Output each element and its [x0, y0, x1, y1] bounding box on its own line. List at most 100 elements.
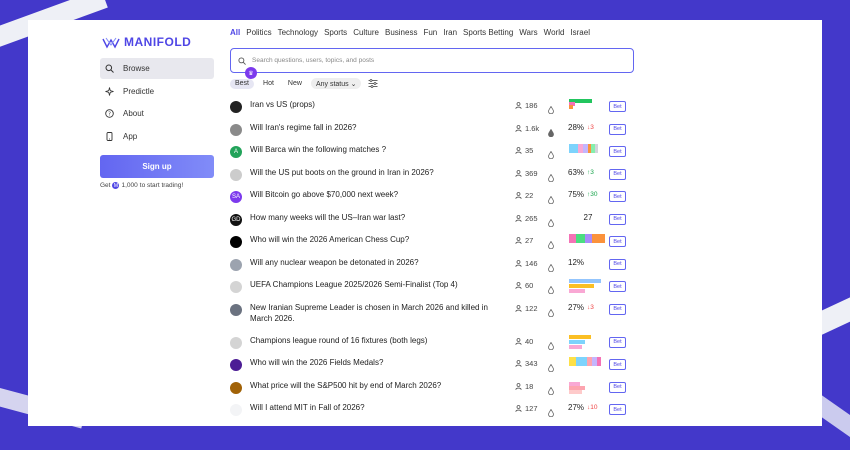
market-question[interactable]: New Iranian Supreme Leader is chosen in …: [250, 302, 508, 324]
tab-sports[interactable]: Sports: [324, 28, 347, 37]
signup-button[interactable]: Sign up: [100, 155, 214, 178]
market-row[interactable]: New Iranian Supreme Leader is chosen in …: [230, 299, 634, 332]
market-avatar[interactable]: [230, 336, 242, 349]
sort-new[interactable]: New: [283, 79, 307, 89]
market-question[interactable]: Who will win the 2026 American Chess Cup…: [250, 234, 508, 245]
bet-button[interactable]: Bet: [609, 359, 626, 370]
market-avatar[interactable]: [230, 359, 242, 371]
sidebar-item-predictle[interactable]: Predictle: [100, 81, 214, 102]
market-row[interactable]: Will any nuclear weapon be detonated in …: [230, 254, 634, 277]
tab-israel[interactable]: Israel: [570, 28, 590, 37]
tab-technology[interactable]: Technology: [278, 28, 318, 37]
tab-politics[interactable]: Politics: [246, 28, 271, 37]
market-question[interactable]: What price will the S&P500 hit by end of…: [250, 380, 508, 391]
traders-icon: [515, 169, 522, 177]
tab-business[interactable]: Business: [385, 28, 417, 37]
market-avatar[interactable]: A: [230, 146, 242, 158]
market-avatar[interactable]: [230, 258, 242, 271]
market-question[interactable]: Will the US put boots on the ground in I…: [250, 167, 508, 178]
market-question[interactable]: Will Iran's regime fall in 2026?: [250, 122, 508, 133]
status-filter[interactable]: Any status ⌄: [310, 78, 362, 89]
market-question[interactable]: UEFA Champions League 2025/2026 Semi-Fin…: [250, 279, 508, 290]
probability-change: ↓3: [587, 303, 594, 311]
market-row[interactable]: GD How many weeks will the US–Iran war la…: [230, 209, 634, 232]
bet-button[interactable]: Bet: [609, 213, 626, 225]
market-avatar[interactable]: [230, 123, 242, 136]
market-avatar[interactable]: [230, 404, 242, 416]
sort-hot[interactable]: Hot: [258, 79, 279, 89]
bet-button[interactable]: Bet: [609, 381, 626, 393]
tab-fun[interactable]: Fun: [423, 28, 437, 37]
bet-button[interactable]: Bet: [609, 404, 626, 415]
market-question[interactable]: Will Bitcoin go above $70,000 next week?: [250, 189, 508, 200]
bet-button[interactable]: Bet: [609, 336, 626, 348]
filter-sliders-icon[interactable]: [368, 79, 378, 88]
sidebar-item-about[interactable]: ? About: [100, 103, 214, 124]
traders-count: 40: [515, 337, 533, 346]
market-avatar[interactable]: [230, 236, 242, 248]
market-row[interactable]: Who will win the 2026 American Chess Cup…: [230, 231, 634, 254]
mana-icon: M: [112, 182, 120, 189]
bet-button[interactable]: Bet: [609, 123, 626, 135]
traders-count: 22: [515, 191, 533, 200]
market-avatar[interactable]: GD: [230, 213, 242, 226]
market-question[interactable]: Champions league round of 16 fixtures (b…: [250, 335, 508, 346]
bet-button[interactable]: Bet: [609, 258, 626, 270]
tab-sports-betting[interactable]: Sports Betting: [463, 28, 513, 37]
market-avatar[interactable]: SA: [230, 191, 242, 203]
traders-icon: [515, 102, 522, 109]
drop-icon: [548, 386, 554, 395]
market-question[interactable]: Iran vs US (props): [250, 99, 508, 110]
market-question[interactable]: How many weeks will the US–Iran war last…: [250, 212, 508, 223]
traders-count: 122: [515, 304, 538, 313]
market-avatar[interactable]: [230, 101, 242, 113]
market-question[interactable]: Who will win the 2026 Fields Medals?: [250, 357, 508, 368]
bet-button[interactable]: Bet: [609, 101, 626, 112]
market-row[interactable]: Iran vs US (props) 186 Bet: [230, 96, 634, 119]
market-avatar[interactable]: [230, 168, 242, 181]
tab-iran[interactable]: Iran: [443, 28, 457, 37]
market-avatar[interactable]: [230, 381, 242, 394]
answer-bars: [569, 233, 605, 250]
market-question[interactable]: Will Barca win the following matches ?: [250, 144, 508, 155]
market-row[interactable]: A Will Barca win the following matches ? 3…: [230, 141, 634, 164]
logo[interactable]: MANIFOLD: [102, 35, 191, 49]
market-row[interactable]: SA Will Bitcoin go above $70,000 next wee…: [230, 186, 634, 209]
market-row[interactable]: Will I attend MIT in Fall of 2026? 127 27%…: [230, 399, 634, 422]
drop-icon: [548, 240, 554, 250]
traders-icon: [515, 147, 522, 154]
bet-button[interactable]: Bet: [609, 146, 626, 157]
tab-wars[interactable]: Wars: [519, 28, 537, 37]
probability-change: ↑3: [587, 168, 594, 176]
traders-icon: [515, 124, 522, 132]
bet-button[interactable]: Bet: [609, 281, 626, 292]
sort-best[interactable]: Best: [230, 78, 255, 89]
market-row[interactable]: Will Iran's regime fall in 2026? 1.6k 28% ↓…: [230, 119, 634, 142]
market-row[interactable]: [230, 422, 634, 427]
market-row[interactable]: Will the US put boots on the ground in I…: [230, 164, 634, 187]
search-input[interactable]: Search questions, users, topics, and pos…: [252, 57, 374, 64]
bet-button[interactable]: Bet: [609, 236, 626, 247]
drop-icon: [548, 173, 554, 182]
market-question[interactable]: Will I attend MIT in Fall of 2026?: [250, 402, 508, 413]
market-question[interactable]: Will any nuclear weapon be detonated in …: [250, 257, 508, 268]
signup-promo: Get M 1,000 to start trading!: [100, 182, 184, 189]
market-row[interactable]: What price will the S&P500 hit by end of…: [230, 377, 634, 400]
market-avatar[interactable]: [230, 303, 242, 316]
market-row[interactable]: Who will win the 2026 Fields Medals? 343 B…: [230, 354, 634, 377]
market-avatar[interactable]: [230, 281, 242, 293]
bet-button[interactable]: Bet: [609, 303, 626, 315]
sidebar-item-browse[interactable]: Browse: [100, 58, 214, 79]
tab-culture[interactable]: Culture: [353, 28, 379, 37]
drop-icon: [548, 195, 554, 205]
search-icon: [238, 56, 246, 65]
tab-all[interactable]: All: [230, 28, 240, 37]
sidebar-item-app[interactable]: App: [100, 126, 214, 147]
bet-button[interactable]: Bet: [609, 168, 626, 180]
tab-world[interactable]: World: [544, 28, 565, 37]
market-row[interactable]: UEFA Champions League 2025/2026 Semi-Fin…: [230, 276, 634, 299]
search-bar[interactable]: Search questions, users, topics, and pos…: [230, 48, 634, 73]
answer-bar: [569, 334, 592, 339]
bet-button[interactable]: Bet: [609, 191, 626, 202]
market-row[interactable]: Champions league round of 16 fixtures (b…: [230, 332, 634, 355]
